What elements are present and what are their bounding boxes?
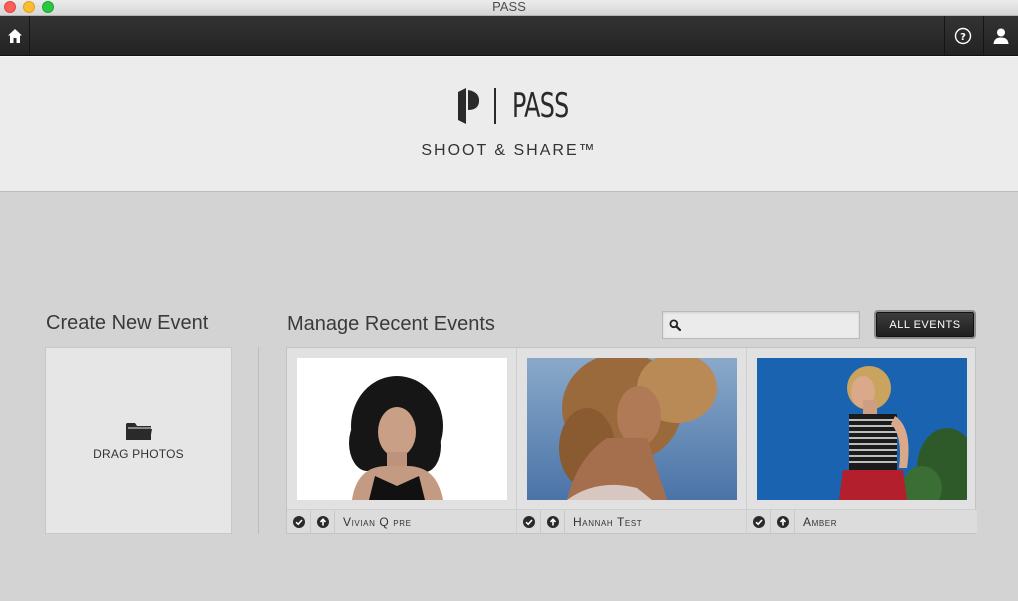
event-card[interactable]: Hannah Test bbox=[517, 348, 747, 534]
event-footer: Hannah Test bbox=[517, 509, 746, 534]
home-icon bbox=[7, 29, 22, 43]
pass-logo-mark-icon bbox=[458, 88, 480, 124]
section-divider bbox=[258, 347, 259, 534]
check-circle-icon bbox=[292, 515, 305, 528]
upload-circle-icon bbox=[546, 515, 559, 528]
window-titlebar: PASS bbox=[0, 0, 1018, 16]
event-select-button[interactable] bbox=[747, 509, 771, 534]
all-events-button[interactable]: ALL EVENTS bbox=[876, 312, 974, 337]
event-name: Vivian Q pre bbox=[343, 514, 412, 529]
tagline: SHOOT & SHARE™ bbox=[421, 142, 597, 159]
event-footer: Vivian Q pre bbox=[287, 509, 516, 534]
event-upload-button[interactable] bbox=[311, 509, 335, 534]
check-circle-icon bbox=[522, 515, 535, 528]
account-button[interactable] bbox=[983, 16, 1018, 56]
main-content: Create New Event DRAG PHOTOS Manage Rece… bbox=[0, 193, 1018, 601]
window-title: PASS bbox=[492, 0, 526, 14]
create-event-title: Create New Event bbox=[46, 312, 209, 334]
brand-header: PASS SHOOT & SHARE™ bbox=[0, 56, 1018, 192]
drag-photos-label: DRAG PHOTOS bbox=[93, 446, 184, 461]
search-input[interactable] bbox=[687, 313, 859, 337]
event-card[interactable]: Amber bbox=[747, 348, 977, 534]
logo-text: PASS bbox=[512, 86, 569, 126]
help-button[interactable]: ? bbox=[944, 16, 980, 56]
event-name: Hannah Test bbox=[573, 514, 643, 529]
svg-text:?: ? bbox=[960, 32, 966, 43]
check-circle-icon bbox=[752, 515, 765, 528]
top-toolbar: ? bbox=[0, 16, 1018, 56]
event-card[interactable]: Vivian Q pre bbox=[287, 348, 517, 534]
recent-events-panel: Vivian Q pre Hannah Test Amber bbox=[286, 347, 977, 534]
help-icon: ? bbox=[954, 27, 971, 45]
logo-divider bbox=[494, 88, 496, 124]
event-select-button[interactable] bbox=[287, 509, 311, 534]
pass-logo: PASS bbox=[458, 86, 593, 126]
event-footer: Amber bbox=[747, 509, 977, 534]
folder-icon bbox=[125, 422, 152, 440]
event-upload-button[interactable] bbox=[771, 509, 795, 534]
user-icon bbox=[993, 28, 1009, 44]
search-icon bbox=[669, 319, 681, 331]
event-thumbnail[interactable] bbox=[527, 358, 737, 500]
event-thumbnail[interactable] bbox=[757, 358, 967, 500]
home-button[interactable] bbox=[0, 16, 30, 56]
event-search bbox=[662, 311, 860, 339]
drag-photos-dropzone[interactable]: DRAG PHOTOS bbox=[45, 347, 232, 534]
event-thumbnail[interactable] bbox=[297, 358, 507, 500]
upload-circle-icon bbox=[776, 515, 789, 528]
event-upload-button[interactable] bbox=[541, 509, 565, 534]
manage-events-title: Manage Recent Events bbox=[287, 313, 495, 335]
event-select-button[interactable] bbox=[517, 509, 541, 534]
upload-circle-icon bbox=[316, 515, 329, 528]
event-name: Amber bbox=[803, 514, 838, 529]
